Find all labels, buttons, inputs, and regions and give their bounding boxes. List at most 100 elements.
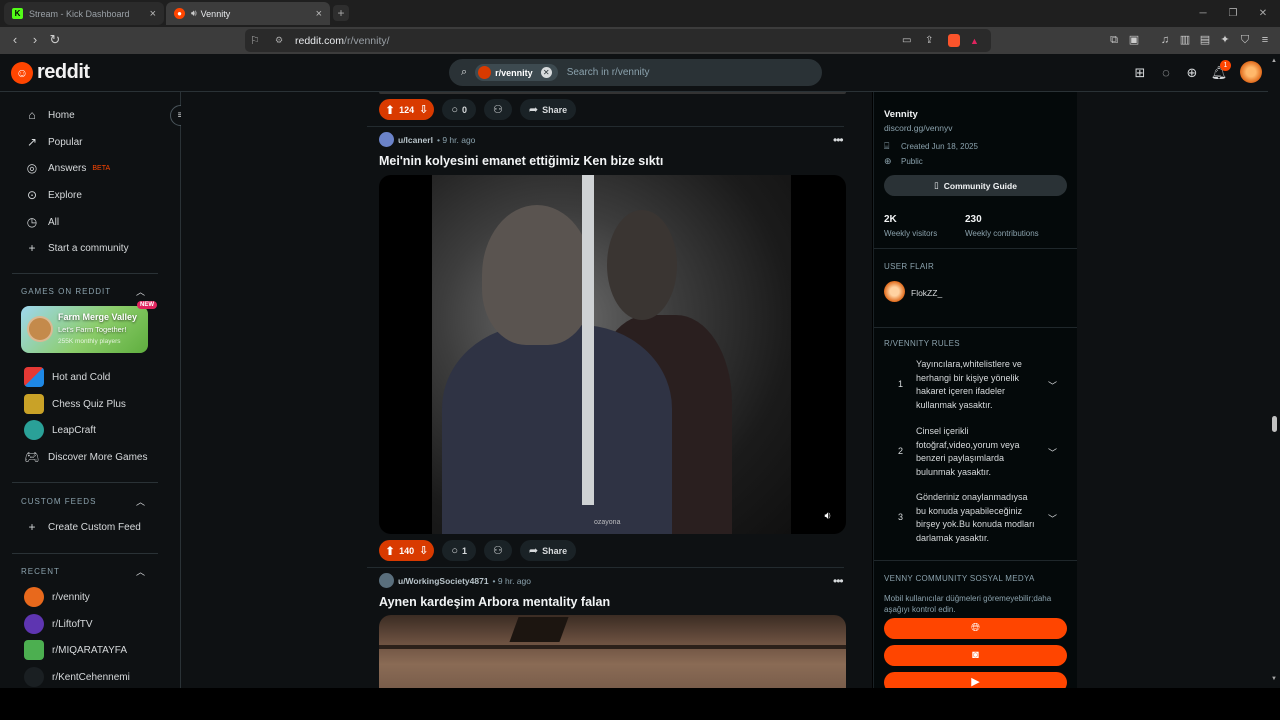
minimize-icon[interactable]: ─ (1186, 0, 1220, 27)
extensions-icon[interactable]: ⧉ (1106, 32, 1122, 48)
nav-label: Answers (48, 162, 87, 174)
comments-button[interactable]: ○ 1 (442, 540, 476, 561)
cast-icon[interactable]: ▭ (902, 35, 911, 46)
post-author[interactable]: u/Icanerl (398, 135, 433, 145)
share-page-icon[interactable]: ⇪ (925, 35, 933, 46)
sidebar-item-answers[interactable]: ◎ Answers BETA (24, 157, 110, 179)
share-button[interactable]: ➦ Share (519, 99, 577, 120)
created-text: Created Jun 18, 2025 (901, 142, 978, 151)
address-bar[interactable]: ⚐ ⚙ reddit.com/r/vennity/ ▭ ⇪ ▲ (245, 29, 991, 52)
game-players: 255K monthly players (58, 338, 121, 345)
downvote-icon[interactable]: ⇩ (419, 103, 428, 116)
avatar[interactable] (1240, 61, 1262, 83)
award-button[interactable]: ⚇ (483, 540, 512, 561)
discord-button[interactable]: ◙ (884, 645, 1067, 666)
back-icon[interactable]: ‹ (6, 31, 24, 49)
avatar[interactable] (379, 132, 394, 147)
sidebar-item-explore[interactable]: ⊙ Explore (24, 184, 82, 206)
vpn-shield-icon[interactable]: ⛉ (1237, 32, 1253, 48)
create-post-icon[interactable]: ⊕ (1183, 64, 1201, 82)
plus-icon: + (28, 241, 36, 255)
create-custom-feed[interactable]: + Create Custom Feed (24, 516, 140, 538)
game-chess-quiz-plus[interactable]: Chess Quiz Plus (24, 393, 126, 415)
flair-name[interactable]: FlokZZ_ (911, 288, 942, 298)
post-time: • 9 hr. ago (436, 134, 476, 145)
games-section-header[interactable]: GAMES ON REDDIT (21, 287, 111, 296)
menu-icon[interactable]: ≡ (1257, 32, 1273, 48)
search-input[interactable]: ⌕ r/vennity ✕ Search in r/vennity (449, 59, 822, 86)
bookmark-icon[interactable]: ⚐ (250, 34, 260, 47)
game-leapcraft[interactable]: LeapCraft (24, 419, 96, 441)
close-tab-icon[interactable]: × (150, 8, 156, 20)
chevron-down-icon[interactable]: ﹀ (1048, 446, 1057, 459)
sidebar-item-start-community[interactable]: + Start a community (24, 237, 128, 259)
recent-vennity[interactable]: r/vennity (24, 586, 90, 608)
award-button[interactable]: ⚇ (483, 99, 512, 120)
wallet-icon[interactable]: ▤ (1197, 32, 1213, 48)
forward-icon[interactable]: › (26, 31, 44, 49)
recent-kentcehennemi[interactable]: r/KentCehennemi (24, 666, 130, 688)
vote-count: 140 (399, 545, 415, 556)
post-video[interactable]: ozayona 🔉︎ (379, 175, 846, 534)
site-info-icon[interactable]: ⚙ (275, 35, 283, 46)
avatar[interactable] (379, 573, 394, 588)
website-button[interactable]: 🌐︎ (884, 618, 1067, 639)
scrollbar[interactable]: ▲ ▼ (1268, 54, 1280, 688)
chevron-up-icon[interactable]: ︿ (136, 495, 145, 508)
featured-game-card[interactable]: Farm Merge Valley Let's Farm Together! 2… (21, 306, 148, 353)
recent-header[interactable]: RECENT (21, 567, 60, 576)
screenshot-icon[interactable]: ▣ (1126, 32, 1142, 48)
upvote-icon[interactable]: ⬆ (385, 544, 395, 558)
sidebar-item-all[interactable]: ◷ All (24, 211, 59, 233)
speaker-icon[interactable]: 🔊︎ (191, 8, 197, 19)
game-hot-and-cold[interactable]: Hot and Cold (24, 366, 110, 388)
brave-shield-icon[interactable] (948, 34, 960, 47)
leo-ai-icon[interactable]: ✦ (1217, 32, 1233, 48)
reddit-logo[interactable]: ☺︎ reddit (11, 61, 90, 84)
rewards-icon[interactable]: ▲ (970, 36, 979, 46)
more-options-icon[interactable]: ••• (833, 133, 844, 147)
tab-kick-dashboard[interactable]: K Stream - Kick Dashboard × (4, 2, 164, 25)
advertise-icon[interactable]: ⊞ (1131, 64, 1149, 82)
chevron-up-icon[interactable]: ︿ (136, 285, 145, 298)
chat-icon[interactable]: ◌ (1157, 64, 1175, 82)
post-image[interactable] (379, 615, 846, 688)
comments-button[interactable]: ○ 0 (442, 99, 476, 120)
search-scope-chip[interactable]: r/vennity ✕ (475, 64, 558, 81)
sidebar-toggle-icon[interactable]: ▥ (1177, 32, 1193, 48)
sidebar-item-home[interactable]: ⌂ Home (24, 104, 74, 126)
music-icon[interactable]: ♫ (1157, 32, 1173, 48)
chevron-up-icon[interactable]: ︿ (136, 565, 145, 578)
sidebar-item-popular[interactable]: ↗ Popular (24, 131, 83, 153)
custom-feeds-header[interactable]: CUSTOM FEEDS (21, 497, 96, 506)
youtube-button[interactable]: ▶ (884, 672, 1067, 688)
recent-miqaratayfa[interactable]: r/MIQARATAYFA (24, 639, 127, 661)
close-window-icon[interactable]: ✕ (1246, 0, 1280, 27)
game-label: Discover More Games (48, 451, 148, 463)
downvote-icon[interactable]: ⇩ (419, 544, 428, 557)
discover-more-games[interactable]: 🎮︎ Discover More Games (24, 446, 147, 468)
recent-liftoftv[interactable]: r/LiftofTV (24, 613, 93, 635)
reload-icon[interactable]: ↻ (46, 31, 64, 49)
reddit-header: ☺︎ reddit ⌕ r/vennity ✕ Search in r/venn… (0, 54, 1280, 92)
scroll-down-icon[interactable]: ▼ (1271, 676, 1277, 682)
tab-vennity[interactable]: ● 🔊︎ Vennity × (166, 2, 330, 25)
community-guide-button[interactable]: ▯ Community Guide (884, 175, 1067, 196)
post-author[interactable]: u/WorkingSociety4871 (398, 576, 489, 586)
youtube-icon: ▶ (971, 676, 980, 688)
new-tab-button[interactable]: + (333, 5, 349, 21)
share-button[interactable]: ➦ Share (519, 540, 577, 561)
close-tab-icon[interactable]: × (316, 8, 322, 20)
volume-icon[interactable]: 🔉︎ (820, 508, 836, 524)
scroll-up-icon[interactable]: ▲ (1271, 58, 1277, 64)
post-title[interactable]: Mei'nin kolyesini emanet ettiğimiz Ken b… (379, 154, 663, 168)
scroll-thumb[interactable] (1272, 416, 1277, 432)
chevron-down-icon[interactable]: ﹀ (1048, 379, 1057, 392)
post-title[interactable]: Aynen kardeşim Arbora mentality falan (379, 595, 610, 609)
post-separator (367, 126, 844, 127)
restore-icon[interactable]: ❐ (1216, 0, 1250, 27)
more-options-icon[interactable]: ••• (833, 574, 844, 588)
chevron-down-icon[interactable]: ﹀ (1048, 512, 1057, 525)
upvote-icon[interactable]: ⬆ (385, 103, 395, 117)
clear-scope-icon[interactable]: ✕ (540, 67, 552, 78)
